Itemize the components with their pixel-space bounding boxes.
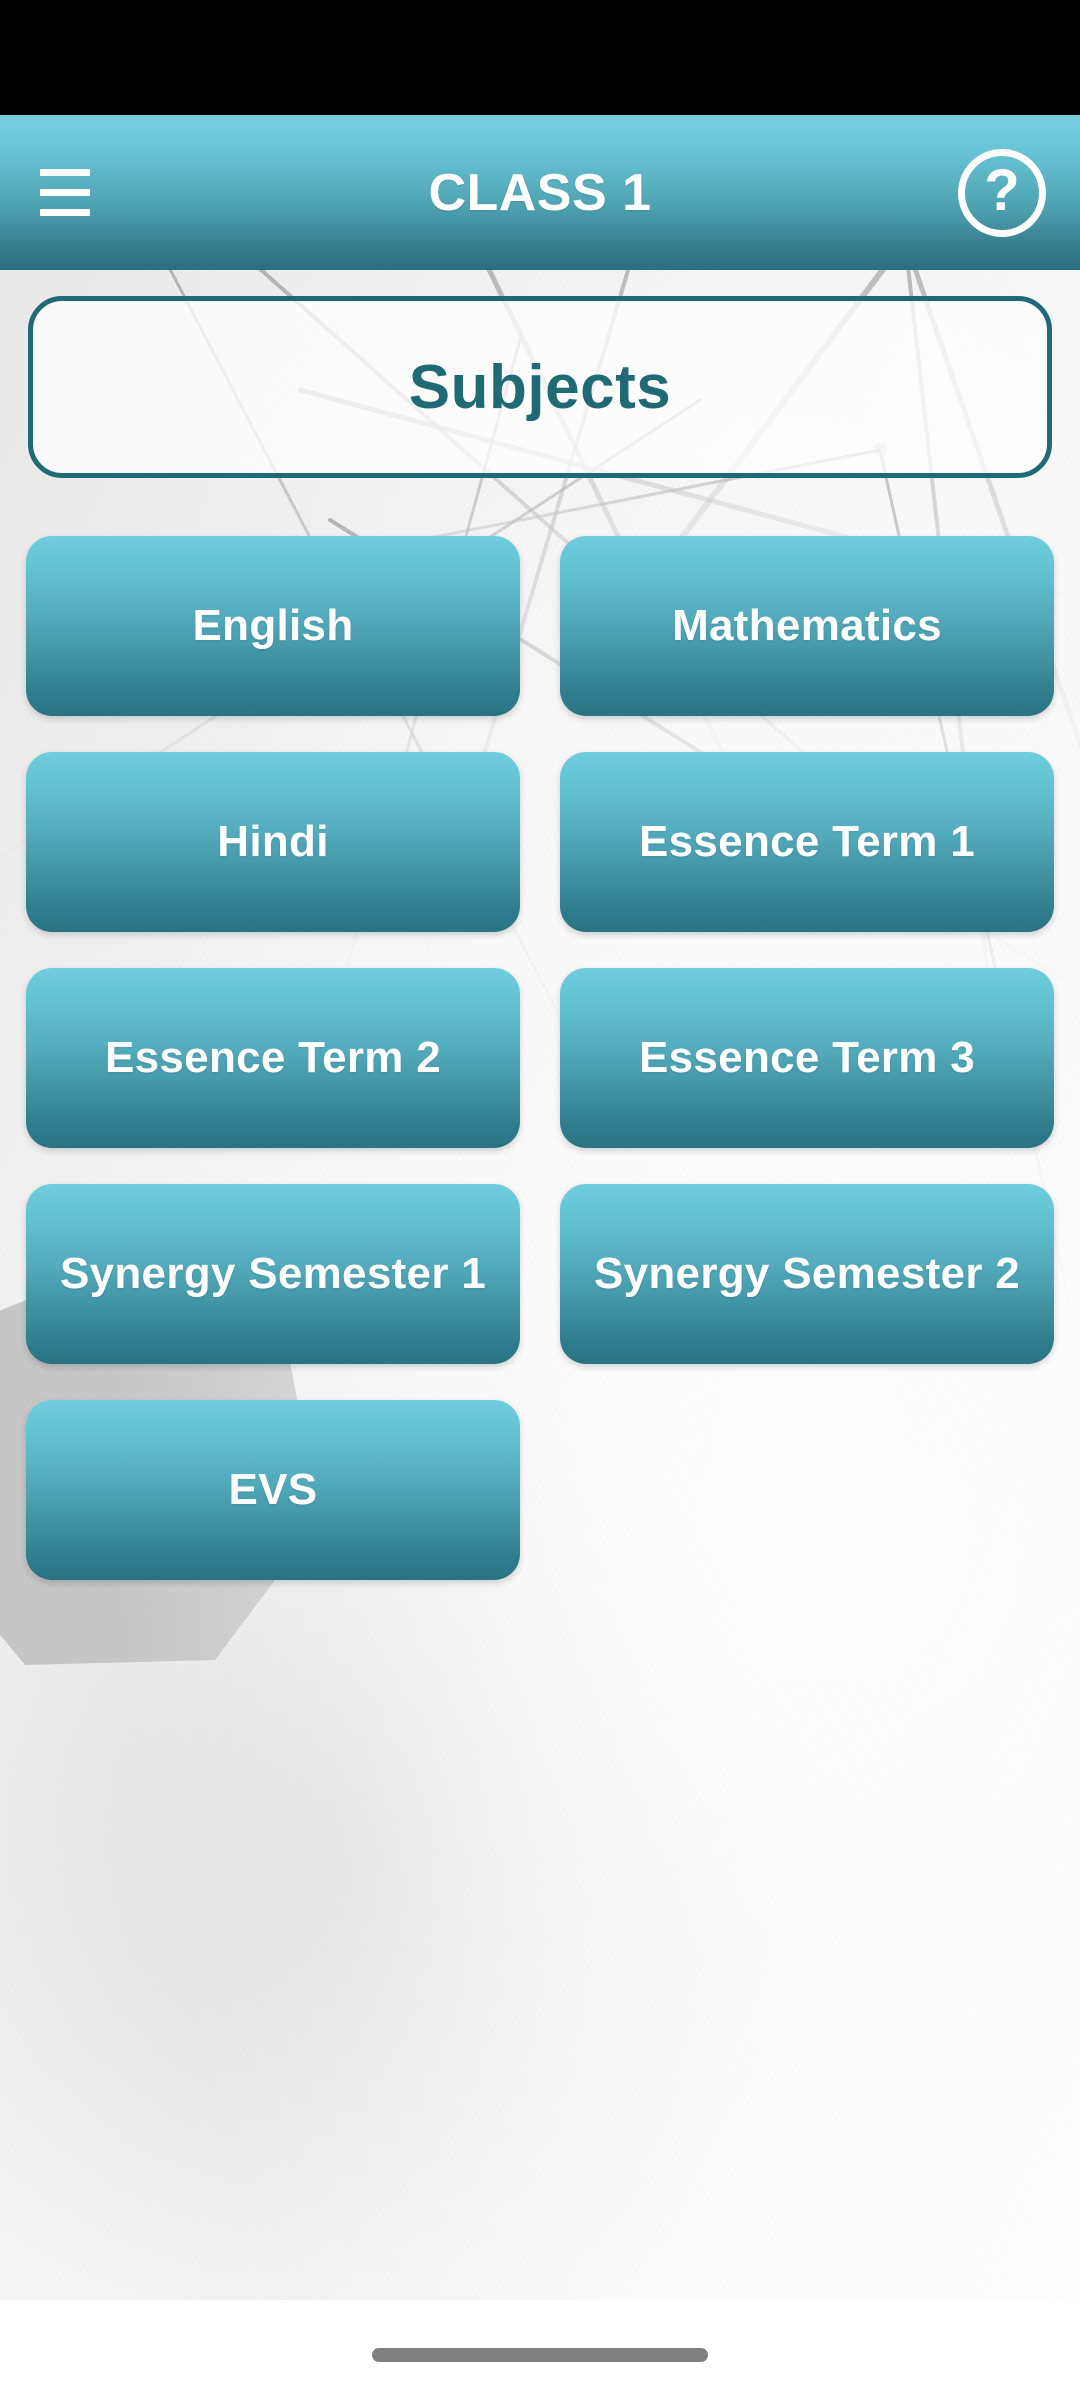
hamburger-menu-icon[interactable] — [34, 156, 108, 230]
subject-button-synergy-semester-2[interactable]: Synergy Semester 2 — [560, 1184, 1054, 1364]
subject-button-english[interactable]: English — [26, 536, 520, 716]
page-title: CLASS 1 — [428, 163, 652, 222]
subject-button-synergy-semester-1[interactable]: Synergy Semester 1 — [26, 1184, 520, 1364]
help-question-mark: ? — [984, 157, 1020, 223]
content-area: Subjects English Mathematics Hindi Essen… — [0, 270, 1080, 2300]
subject-grid: English Mathematics Hindi Essence Term 1… — [26, 536, 1054, 1580]
hamburger-bar-3 — [40, 209, 90, 216]
subject-button-essence-term-2[interactable]: Essence Term 2 — [26, 968, 520, 1148]
subject-button-evs[interactable]: EVS — [26, 1400, 520, 1580]
bottom-navigation-bar — [0, 2300, 1080, 2400]
status-bar — [0, 0, 1080, 115]
app-bar: CLASS 1 ? — [0, 115, 1080, 270]
subjects-header-label: Subjects — [408, 352, 672, 422]
subject-button-mathematics[interactable]: Mathematics — [560, 536, 1054, 716]
subject-button-essence-term-1[interactable]: Essence Term 1 — [560, 752, 1054, 932]
hamburger-bar-2 — [40, 189, 90, 196]
app-screen: CLASS 1 ? Subjects English Mathematics H… — [0, 0, 1080, 2400]
hamburger-bar-1 — [40, 169, 90, 176]
subject-button-hindi[interactable]: Hindi — [26, 752, 520, 932]
home-indicator[interactable] — [372, 2348, 708, 2362]
help-circle-icon[interactable]: ? — [958, 148, 1046, 237]
subject-button-essence-term-3[interactable]: Essence Term 3 — [560, 968, 1054, 1148]
subjects-header-card[interactable]: Subjects — [28, 296, 1052, 478]
